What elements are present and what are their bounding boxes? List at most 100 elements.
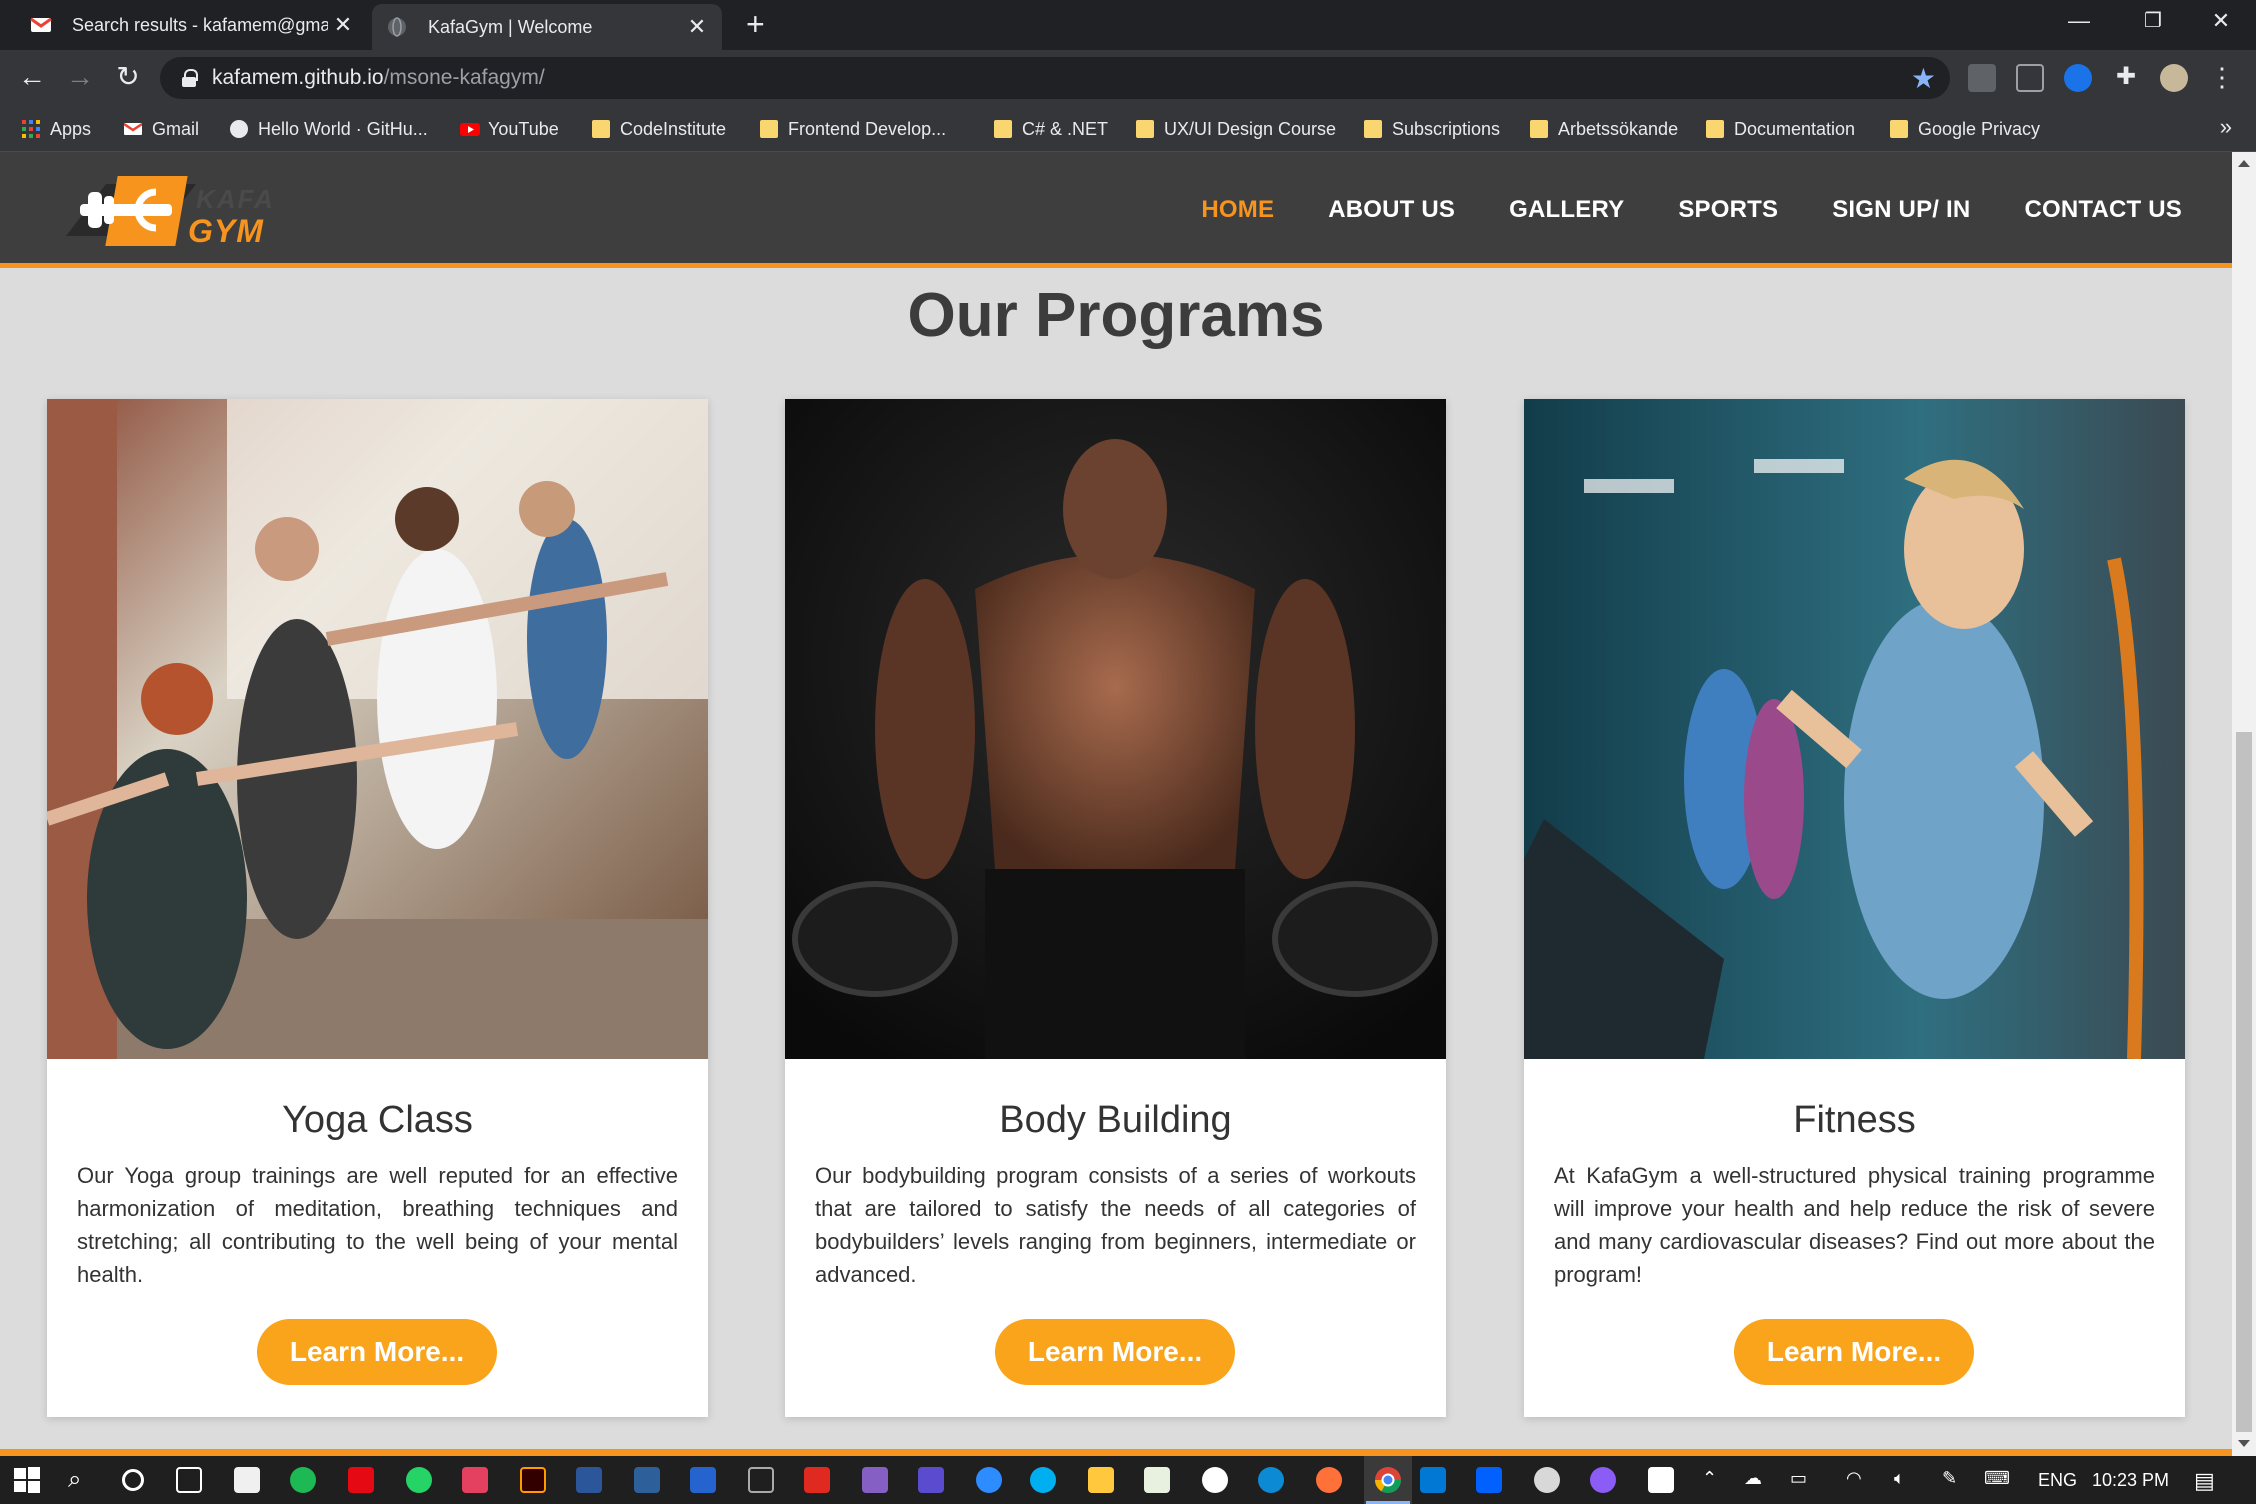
- bookmark-folder-google-privacy[interactable]: Google Privacy: [1890, 116, 2040, 142]
- more-bookmarks-icon[interactable]: »: [2220, 114, 2232, 140]
- extensions-puzzle-icon[interactable]: ✚: [2112, 64, 2140, 92]
- wifi-icon[interactable]: ◠: [1846, 1468, 1862, 1489]
- word-icon[interactable]: [576, 1467, 602, 1493]
- extension-pen-icon[interactable]: [2016, 64, 2044, 92]
- todo-icon[interactable]: [690, 1467, 716, 1493]
- illustrator-icon[interactable]: [520, 1467, 546, 1493]
- notifications-icon[interactable]: ▤: [2194, 1468, 2215, 1494]
- learn-more-button[interactable]: Learn More...: [257, 1319, 497, 1385]
- gmail-icon: [123, 120, 143, 138]
- bookmark-apps[interactable]: Apps: [22, 116, 91, 142]
- battery-icon[interactable]: ▭: [1790, 1468, 1807, 1489]
- paint-icon[interactable]: [1202, 1467, 1228, 1493]
- bookmark-github[interactable]: Hello World · GitHu...: [230, 116, 428, 142]
- store-icon[interactable]: [234, 1467, 260, 1493]
- browser-tab-strip: Search results - kafamem@gmail ✕ KafaGym…: [0, 0, 2256, 50]
- program-description: Our Yoga group trainings are well repute…: [77, 1163, 678, 1287]
- chrome-active-icon[interactable]: [1364, 1456, 1412, 1504]
- bookmark-folder-documentation[interactable]: Documentation: [1706, 116, 1855, 142]
- vscode-icon[interactable]: [1420, 1467, 1446, 1493]
- scroll-up-icon[interactable]: [2238, 160, 2250, 167]
- volume-icon[interactable]: 🔈︎: [1894, 1468, 1905, 1489]
- folder-icon: [1530, 120, 1548, 138]
- windows-start-icon[interactable]: [14, 1467, 40, 1493]
- gmail-icon: [30, 14, 52, 36]
- acrobat-icon[interactable]: [804, 1467, 830, 1493]
- reload-icon[interactable]: ↻: [110, 60, 146, 96]
- new-tab-icon[interactable]: +: [746, 6, 765, 43]
- netflix-icon[interactable]: [348, 1467, 374, 1493]
- address-bar[interactable]: kafamem.github.io/msone-kafagym/ ★: [160, 57, 1950, 99]
- touch-keyboard-icon[interactable]: ⌨: [1984, 1468, 2010, 1489]
- nav-home[interactable]: HOME: [1201, 196, 1274, 224]
- edge-icon[interactable]: [1258, 1467, 1284, 1493]
- scrollbar-thumb[interactable]: [2236, 732, 2252, 1432]
- bookmark-star-icon[interactable]: ★: [1911, 62, 1936, 95]
- bookmark-folder-codeinstitute[interactable]: CodeInstitute: [592, 116, 726, 142]
- nav-about-us[interactable]: ABOUT US: [1328, 196, 1455, 224]
- treadmill-runner-photo: [1524, 399, 2185, 1059]
- bookmark-folder-arbetssokande[interactable]: Arbetssökande: [1530, 116, 1678, 142]
- bookmark-folder-subscriptions[interactable]: Subscriptions: [1364, 116, 1500, 142]
- learn-more-button[interactable]: Learn More...: [995, 1319, 1235, 1385]
- extension-shield-icon[interactable]: [2064, 64, 2092, 92]
- app-x-icon[interactable]: [1648, 1467, 1674, 1493]
- github-icon: [230, 120, 248, 138]
- cortana-icon[interactable]: [122, 1469, 144, 1491]
- program-card-fitness: Fitness At KafaGym a well-structured phy…: [1524, 399, 2185, 1417]
- folder-icon: [760, 120, 778, 138]
- search-icon[interactable]: ⌕: [68, 1467, 94, 1493]
- bookmark-youtube[interactable]: YouTube: [460, 116, 559, 142]
- tab-gmail-search[interactable]: Search results - kafamem@gmail ✕: [16, 0, 368, 50]
- close-tab-icon[interactable]: ✕: [328, 12, 358, 38]
- pen-icon[interactable]: ✎: [1942, 1468, 1957, 1489]
- zoom-icon[interactable]: [976, 1467, 1002, 1493]
- onedrive-icon[interactable]: ☁: [1744, 1468, 1762, 1489]
- nav-gallery[interactable]: GALLERY: [1509, 196, 1624, 224]
- nav-sign-up-in[interactable]: SIGN UP/ IN: [1832, 196, 1970, 224]
- task-view-icon[interactable]: [176, 1467, 202, 1493]
- forward-icon[interactable]: →: [62, 60, 98, 96]
- folder-icon: [994, 120, 1012, 138]
- lock-icon: [182, 69, 198, 87]
- profile-avatar-icon[interactable]: [2160, 64, 2188, 92]
- bookmark-folder-csharp[interactable]: C# & .NET: [994, 116, 1108, 142]
- notepad-icon[interactable]: [1144, 1467, 1170, 1493]
- scroll-down-icon[interactable]: [2238, 1440, 2250, 1447]
- learn-more-button[interactable]: Learn More...: [1734, 1319, 1974, 1385]
- firefox-icon[interactable]: [1316, 1467, 1342, 1493]
- program-description: At KafaGym a well-structured physical tr…: [1554, 1163, 2155, 1287]
- back-icon[interactable]: ←: [14, 60, 50, 96]
- nav-sports[interactable]: SPORTS: [1678, 196, 1778, 224]
- close-tab-icon[interactable]: ✕: [682, 14, 712, 40]
- extension-help-icon[interactable]: [1968, 64, 1996, 92]
- folder-icon: [1706, 120, 1724, 138]
- minimize-icon[interactable]: —: [2044, 0, 2114, 44]
- language-indicator[interactable]: ENG: [2038, 1470, 2077, 1491]
- screen: Search results - kafamem@gmail ✕ KafaGym…: [0, 0, 2256, 1504]
- skype-icon[interactable]: [1030, 1467, 1056, 1493]
- photo-app-icon[interactable]: [462, 1467, 488, 1493]
- bookmark-folder-frontend[interactable]: Frontend Develop...: [760, 116, 946, 142]
- visual-studio-icon[interactable]: [862, 1467, 888, 1493]
- bookmark-folder-uxui[interactable]: UX/UI Design Course: [1136, 116, 1336, 142]
- close-window-icon[interactable]: ✕: [2186, 0, 2256, 44]
- page-scrollbar[interactable]: [2232, 152, 2256, 1456]
- tray-chevron-icon[interactable]: ⌃: [1702, 1468, 1717, 1489]
- bookmark-gmail[interactable]: Gmail: [123, 116, 199, 142]
- bridge-icon[interactable]: [748, 1467, 774, 1493]
- menu-kebab-icon[interactable]: ⋮: [2208, 64, 2236, 92]
- app-arrow-icon[interactable]: [918, 1467, 944, 1493]
- nav-contact-us[interactable]: CONTACT US: [2024, 196, 2182, 224]
- whatsapp-icon[interactable]: [406, 1467, 432, 1493]
- dropbox-icon[interactable]: [1476, 1467, 1502, 1493]
- kafagym-logo[interactable]: KAFA GYM: [66, 174, 286, 250]
- calendar-app-icon[interactable]: [634, 1467, 660, 1493]
- tab-kafagym[interactable]: KafaGym | Welcome ✕: [372, 4, 722, 50]
- app-cloud-icon[interactable]: [1534, 1467, 1560, 1493]
- file-explorer-icon[interactable]: [1088, 1467, 1114, 1493]
- app-circle-icon[interactable]: [1590, 1467, 1616, 1493]
- spotify-icon[interactable]: [290, 1467, 316, 1493]
- restore-icon[interactable]: ❐: [2118, 0, 2188, 44]
- clock[interactable]: 10:23 PM: [2092, 1470, 2169, 1491]
